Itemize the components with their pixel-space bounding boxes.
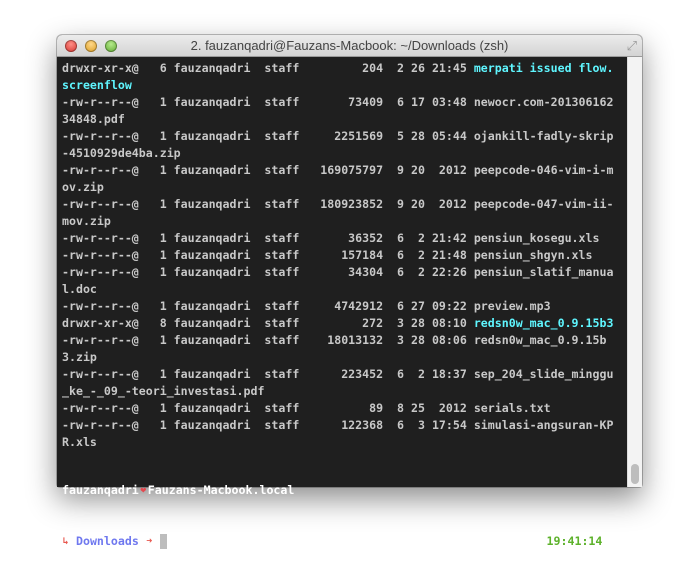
entry-meta: -rw-r--r--@ 1 fauzanqadri staff 18092385… [62,197,474,211]
terminal-window: 2. fauzanqadri@Fauzans-Macbook: ~/Downlo… [57,35,642,549]
entry-meta: -rw-r--r--@ 1 fauzanqadri staff 4742912 … [62,299,474,313]
entry-name: pensiun_kosegu.xls [473,231,600,245]
file-entry: drwxr-xr-x@ 6 fauzanqadri staff 204 2 26… [62,60,620,94]
file-entry: -rw-r--r--@ 1 fauzanqadri staff 157184 6… [62,247,620,264]
prompt-user: fauzanqadri [62,483,139,497]
window-title: 2. fauzanqadri@Fauzans-Macbook: ~/Downlo… [190,38,509,53]
file-entry: -rw-r--r--@ 1 fauzanqadri staff 2251569 … [62,128,620,162]
prompt: fauzanqadri❤Fauzans-Macbook.local ↳ Down… [62,448,620,584]
listing: drwxr-xr-x@ 6 fauzanqadri staff 204 2 26… [62,60,620,451]
title-bar[interactable]: 2. fauzanqadri@Fauzans-Macbook: ~/Downlo… [57,35,642,57]
scrollbar[interactable] [627,57,642,487]
prompt-host-line: fauzanqadri❤Fauzans-Macbook.local [62,482,620,499]
file-entry: -rw-r--r--@ 1 fauzanqadri staff 4742912 … [62,298,620,315]
prompt-cwd: Downloads [75,534,139,548]
file-entry: -rw-r--r--@ 1 fauzanqadri staff 89 8 25 … [62,400,620,417]
entry-meta: -rw-r--r--@ 1 fauzanqadri staff 36352 6 … [62,231,474,245]
scrollbar-thumb[interactable] [631,464,639,484]
entry-meta: -rw-r--r--@ 1 fauzanqadri staff 2251569 … [62,129,474,143]
file-entry: drwxr-xr-x@ 8 fauzanqadri staff 272 3 28… [62,315,620,332]
cursor [159,534,167,549]
entry-meta: drwxr-xr-x@ 8 fauzanqadri staff 272 3 28… [62,316,474,330]
entry-meta: -rw-r--r--@ 1 fauzanqadri staff 73409 6 … [62,95,474,109]
entry-meta: drwxr-xr-x@ 6 fauzanqadri staff 204 2 26… [62,61,474,75]
file-entry: -rw-r--r--@ 1 fauzanqadri staff 18013132… [62,332,620,366]
file-entry: -rw-r--r--@ 1 fauzanqadri staff 34304 6 … [62,264,620,298]
fullscreen-icon[interactable]: ⤢ [627,39,637,54]
terminal-output[interactable]: drwxr-xr-x@ 6 fauzanqadri staff 204 2 26… [57,57,627,549]
entry-meta: -rw-r--r--@ 1 fauzanqadri staff 89 8 25 … [62,401,474,415]
arrow-icon: ➜ [146,536,153,547]
entry-name: serials.txt [473,401,551,415]
prompt-host: Fauzans-Macbook.local [147,483,295,497]
file-entry: -rw-r--r--@ 1 fauzanqadri staff 18092385… [62,196,620,230]
entry-meta: -rw-r--r--@ 1 fauzanqadri staff 18013132… [62,333,474,347]
entry-name: pensiun_shgyn.xls [473,248,593,262]
prompt-input-line[interactable]: ↳ Downloads ➜ 19:41:14 [62,533,620,550]
entry-meta: -rw-r--r--@ 1 fauzanqadri staff 34304 6 … [62,265,474,279]
file-entry: -rw-r--r--@ 1 fauzanqadri staff 223452 6… [62,366,620,400]
entry-meta: -rw-r--r--@ 1 fauzanqadri staff 223452 6… [62,367,474,381]
file-entry: -rw-r--r--@ 1 fauzanqadri staff 36352 6 … [62,230,620,247]
entry-meta: -rw-r--r--@ 1 fauzanqadri staff 157184 6… [62,248,474,262]
heart-icon: ❤ [140,485,147,496]
entry-name: preview.mp3 [473,299,551,313]
file-entry: -rw-r--r--@ 1 fauzanqadri staff 73409 6 … [62,94,620,128]
prompt-clock: 19:41:14 [546,534,603,548]
entry-name: redsn0w_mac_0.9.15b3 [473,316,614,330]
return-arrow-icon: ↳ [62,536,69,547]
file-entry: -rw-r--r--@ 1 fauzanqadri staff 122368 6… [62,417,620,451]
entry-meta: -rw-r--r--@ 1 fauzanqadri staff 122368 6… [62,418,474,432]
entry-meta: -rw-r--r--@ 1 fauzanqadri staff 16907579… [62,163,474,177]
file-entry: -rw-r--r--@ 1 fauzanqadri staff 16907579… [62,162,620,196]
